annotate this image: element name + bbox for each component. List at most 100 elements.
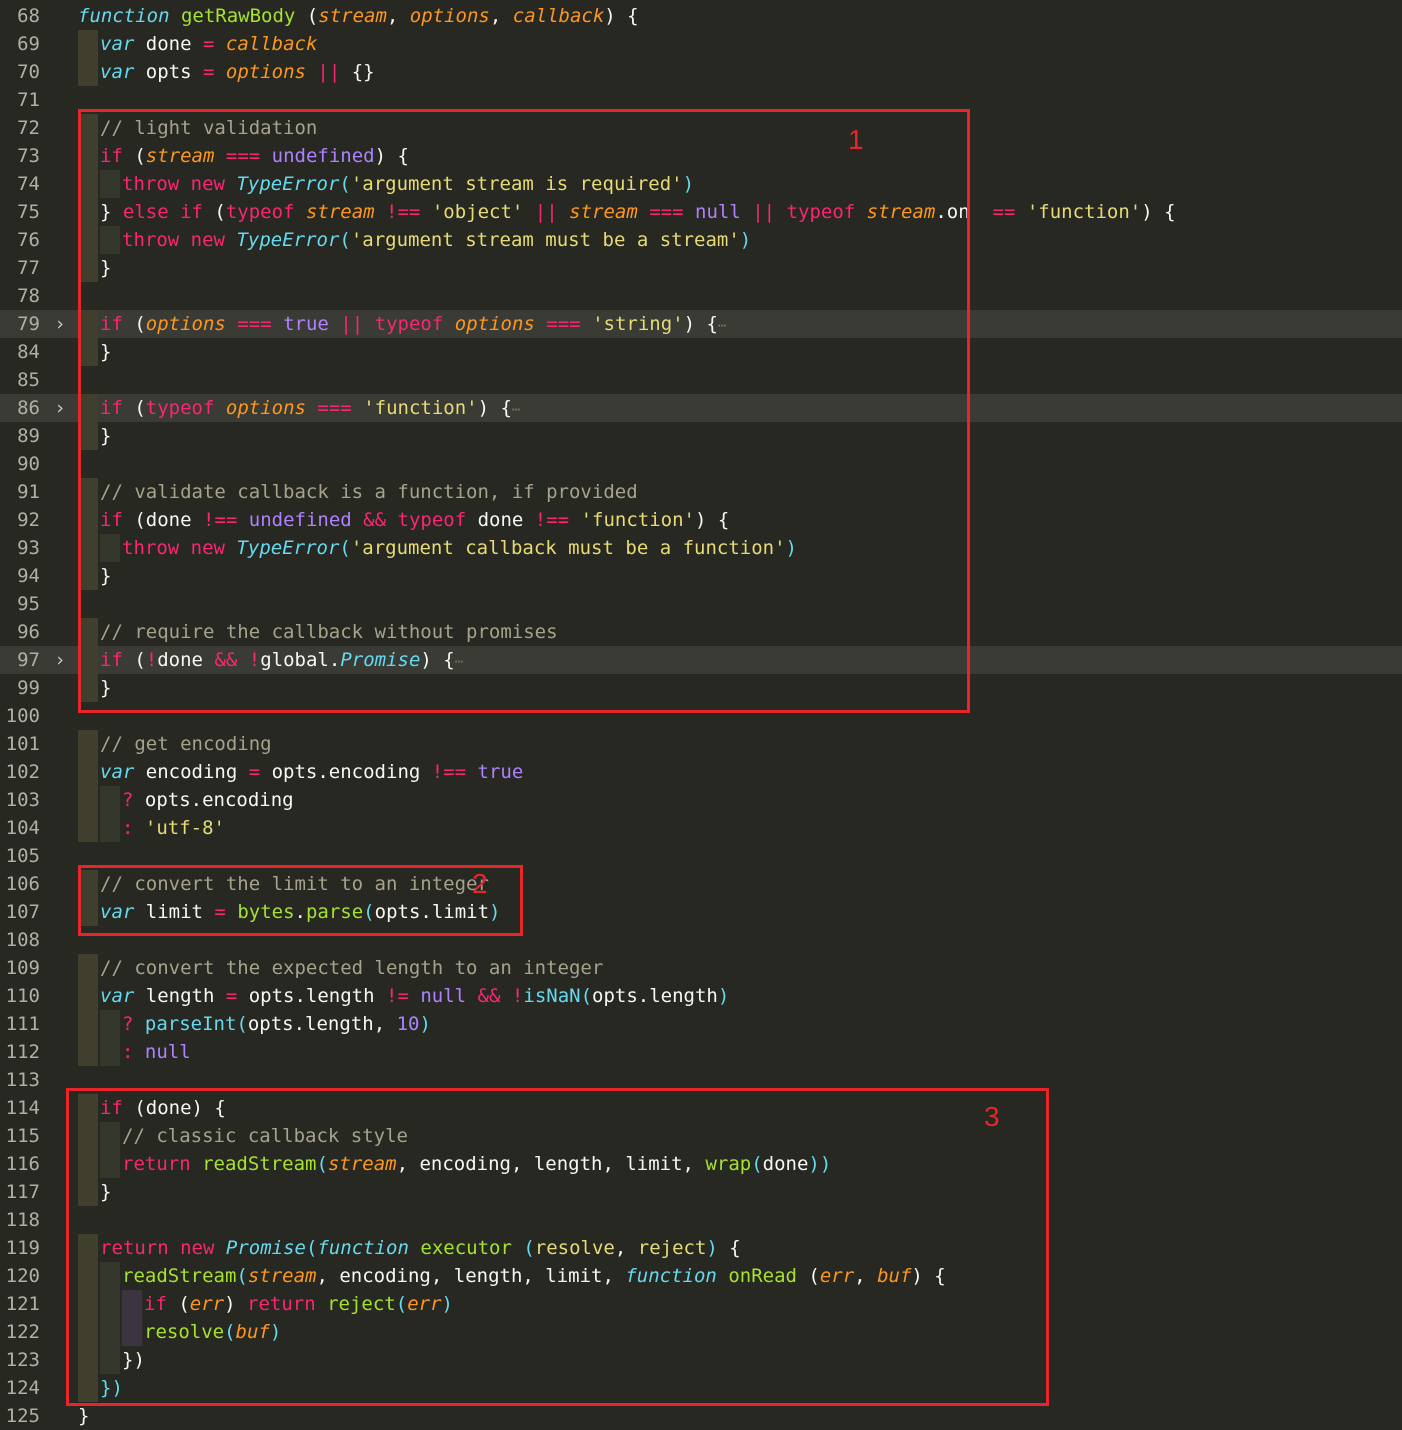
code-token: opts.encoding bbox=[133, 789, 294, 811]
line-number: 85 bbox=[17, 369, 40, 391]
line-number: 106 bbox=[5, 873, 40, 895]
line-number: 90 bbox=[17, 453, 40, 475]
code-token: = bbox=[248, 761, 261, 783]
line-number: 122 bbox=[5, 1321, 40, 1343]
line-number: 107 bbox=[5, 901, 40, 923]
code-token: options bbox=[225, 61, 306, 83]
line-number: 76 bbox=[17, 229, 40, 251]
code-token: ) bbox=[717, 985, 730, 1007]
code-token: encoding bbox=[134, 761, 249, 783]
line-number: 114 bbox=[5, 1097, 40, 1119]
code-line[interactable]: 111? parseInt(opts.length, 10) bbox=[0, 1010, 1402, 1038]
code-line[interactable]: 103? opts.encoding bbox=[0, 786, 1402, 814]
indent-guide bbox=[78, 954, 98, 982]
indent-guide bbox=[78, 814, 98, 842]
line-number: 84 bbox=[17, 341, 40, 363]
annotation-box-3 bbox=[66, 1088, 1049, 1406]
code-token: ) bbox=[419, 1013, 431, 1035]
line-number: 69 bbox=[17, 33, 40, 55]
code-token: // convert the expected length to an int… bbox=[100, 957, 604, 979]
fold-chevron-icon[interactable]: › bbox=[50, 310, 70, 338]
line-number: 71 bbox=[17, 89, 40, 111]
line-number: 78 bbox=[17, 285, 40, 307]
code-token: callback bbox=[512, 5, 605, 27]
line-number: 94 bbox=[17, 565, 40, 587]
line-number: 92 bbox=[17, 509, 40, 531]
indent-guide bbox=[78, 1010, 98, 1038]
code-token: true bbox=[477, 761, 524, 783]
code-line[interactable]: 102 var encoding = opts.encoding !== true bbox=[0, 758, 1402, 786]
annotation-label-3: 3 bbox=[984, 1101, 1000, 1132]
code-line[interactable]: 109 // convert the expected length to an … bbox=[0, 954, 1402, 982]
code-token: , bbox=[489, 5, 513, 27]
line-number: 100 bbox=[5, 705, 40, 727]
code-token: ? bbox=[122, 1013, 134, 1035]
line-number: 74 bbox=[17, 173, 40, 195]
code-text: var length = opts.length != null && !isN… bbox=[100, 982, 729, 1010]
line-number: 125 bbox=[5, 1405, 40, 1427]
code-token: = bbox=[225, 985, 238, 1007]
line-number: 86 bbox=[17, 397, 40, 419]
code-line[interactable]: 70 var opts = options || {} bbox=[0, 58, 1402, 86]
indent-guide bbox=[78, 730, 98, 758]
code-token: null bbox=[420, 985, 467, 1007]
code-line[interactable]: 101 // get encoding bbox=[0, 730, 1402, 758]
code-token: = bbox=[202, 61, 215, 83]
code-token: done bbox=[134, 33, 203, 55]
code-token: stream bbox=[318, 5, 387, 27]
indent-guide bbox=[100, 814, 120, 842]
code-line[interactable]: 68 function getRawBody (stream, options, … bbox=[0, 2, 1402, 30]
code-token: ) { bbox=[604, 5, 639, 27]
annotation-label-2: 2 bbox=[472, 868, 488, 899]
indent-guide bbox=[78, 58, 98, 86]
annotation-label-1: 1 bbox=[848, 124, 864, 155]
annotation-box-2 bbox=[78, 865, 523, 936]
code-token: opts.encoding bbox=[260, 761, 432, 783]
code-text: // get encoding bbox=[100, 730, 272, 758]
line-number: 121 bbox=[5, 1293, 40, 1315]
line-number: 111 bbox=[5, 1013, 40, 1035]
code-token: null bbox=[144, 1041, 191, 1063]
code-token: var bbox=[100, 985, 135, 1007]
indent-guide bbox=[78, 30, 98, 58]
code-line[interactable]: 104: 'utf-8' bbox=[0, 814, 1402, 842]
code-text: var encoding = opts.encoding !== true bbox=[100, 758, 523, 786]
line-number: 115 bbox=[5, 1125, 40, 1147]
fold-chevron-icon[interactable]: › bbox=[50, 646, 70, 674]
line-number: 105 bbox=[5, 845, 40, 867]
line-number: 77 bbox=[17, 257, 40, 279]
code-token: ( bbox=[295, 5, 319, 27]
code-token: parseInt( bbox=[144, 1013, 248, 1035]
line-number: 118 bbox=[5, 1209, 40, 1231]
line-number: 79 bbox=[17, 313, 40, 335]
fold-chevron-icon[interactable]: › bbox=[50, 394, 70, 422]
line-number: 95 bbox=[17, 593, 40, 615]
line-number: 97 bbox=[17, 649, 40, 671]
line-number: 120 bbox=[5, 1265, 40, 1287]
code-token: ) { bbox=[1141, 201, 1176, 223]
code-text: } bbox=[78, 1402, 89, 1430]
line-number: 108 bbox=[5, 929, 40, 951]
code-token: isNaN( bbox=[523, 985, 593, 1007]
code-line[interactable]: 125} bbox=[0, 1402, 1402, 1430]
code-line[interactable]: 112 : null bbox=[0, 1038, 1402, 1066]
line-number: 103 bbox=[5, 789, 40, 811]
indent-guide bbox=[78, 982, 98, 1010]
line-number: 109 bbox=[5, 957, 40, 979]
line-number: 96 bbox=[17, 621, 40, 643]
code-line[interactable]: 110 var length = opts.length != null && !… bbox=[0, 982, 1402, 1010]
code-token: ! bbox=[511, 985, 524, 1007]
line-number: 110 bbox=[5, 985, 40, 1007]
code-token: opts bbox=[134, 61, 203, 83]
code-line[interactable]: 69 var done = callback bbox=[0, 30, 1402, 58]
line-number: 104 bbox=[5, 817, 40, 839]
line-number: 112 bbox=[5, 1041, 40, 1063]
line-number: 113 bbox=[5, 1069, 40, 1091]
code-token: var bbox=[100, 33, 135, 55]
line-number: 101 bbox=[5, 733, 40, 755]
code-text: : null bbox=[122, 1038, 191, 1066]
code-token: || bbox=[317, 61, 341, 83]
